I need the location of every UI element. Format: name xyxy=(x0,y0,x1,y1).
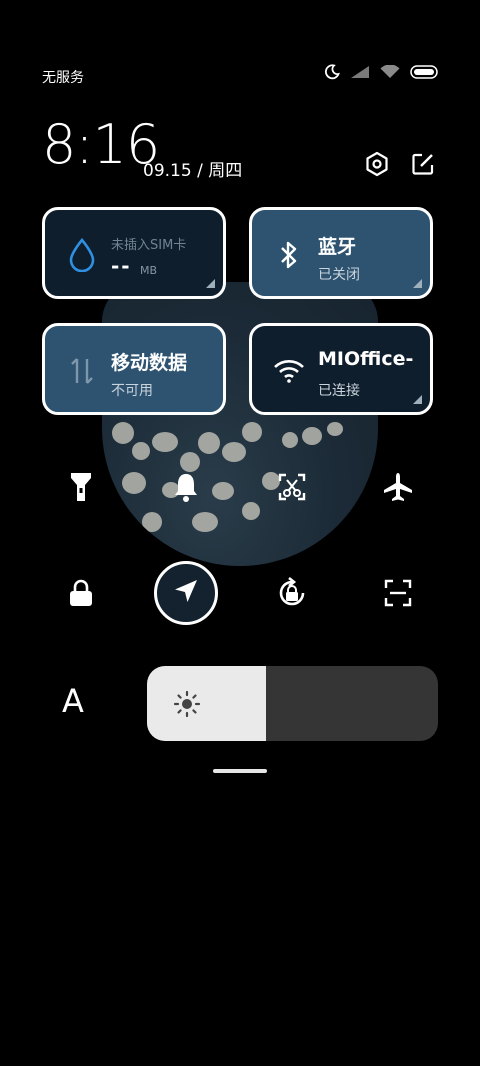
battery-icon xyxy=(410,65,438,79)
data-usage-unit: MB xyxy=(140,264,158,277)
settings-icon[interactable] xyxy=(362,149,392,179)
rotation-lock-icon[interactable] xyxy=(268,569,316,617)
sim-usage-tile[interactable]: 未插入SIM卡 -- MB xyxy=(42,207,226,299)
wifi-status: 已连接 xyxy=(318,383,360,399)
wifi-icon xyxy=(272,354,306,388)
bluetooth-icon xyxy=(272,238,306,272)
data-usage-value: -- xyxy=(111,254,132,278)
expand-corner-icon xyxy=(413,279,422,288)
airplane-icon[interactable] xyxy=(374,463,422,511)
bell-icon[interactable] xyxy=(162,463,210,511)
clock-time: 8:16 xyxy=(42,113,160,176)
wifi-tile[interactable]: MIOffice- 已连接 xyxy=(249,323,433,415)
brightness-fill xyxy=(147,666,267,741)
bluetooth-title: 蓝牙 xyxy=(318,236,357,258)
edit-icon[interactable] xyxy=(408,149,438,179)
screenshot-icon[interactable] xyxy=(268,463,316,511)
location-icon xyxy=(172,577,200,609)
flashlight-icon[interactable] xyxy=(57,463,105,511)
carrier-label: 无服务 xyxy=(42,70,84,86)
auto-brightness-button[interactable]: A xyxy=(62,682,84,720)
status-icons xyxy=(324,64,438,80)
drag-handle[interactable] xyxy=(213,769,267,773)
expand-corner-icon xyxy=(413,395,422,404)
mobile-data-title: 移动数据 xyxy=(111,352,188,374)
mobile-data-status: 不可用 xyxy=(111,383,153,399)
location-button[interactable] xyxy=(154,561,218,625)
wifi-network-name: MIOffice- xyxy=(318,348,414,370)
expand-corner-icon xyxy=(206,279,215,288)
scan-icon[interactable] xyxy=(374,569,422,617)
control-center: 无服务 8:16 09.15 / 周四 未插入SIM卡 -- MB 蓝牙 已关闭… xyxy=(0,0,480,1066)
water-drop-icon xyxy=(65,238,99,272)
signal-icon xyxy=(350,65,370,79)
sun-icon xyxy=(173,690,201,722)
bluetooth-status: 已关闭 xyxy=(318,267,360,283)
lock-icon[interactable] xyxy=(57,569,105,617)
moon-icon xyxy=(324,64,340,80)
data-arrows-icon xyxy=(65,354,99,388)
sim-status-label: 未插入SIM卡 xyxy=(111,238,187,253)
wifi-icon xyxy=(380,65,400,79)
clock-date: 09.15 / 周四 xyxy=(143,161,243,181)
bluetooth-tile[interactable]: 蓝牙 已关闭 xyxy=(249,207,433,299)
brightness-slider[interactable] xyxy=(147,666,438,741)
mobile-data-tile[interactable]: 移动数据 不可用 xyxy=(42,323,226,415)
